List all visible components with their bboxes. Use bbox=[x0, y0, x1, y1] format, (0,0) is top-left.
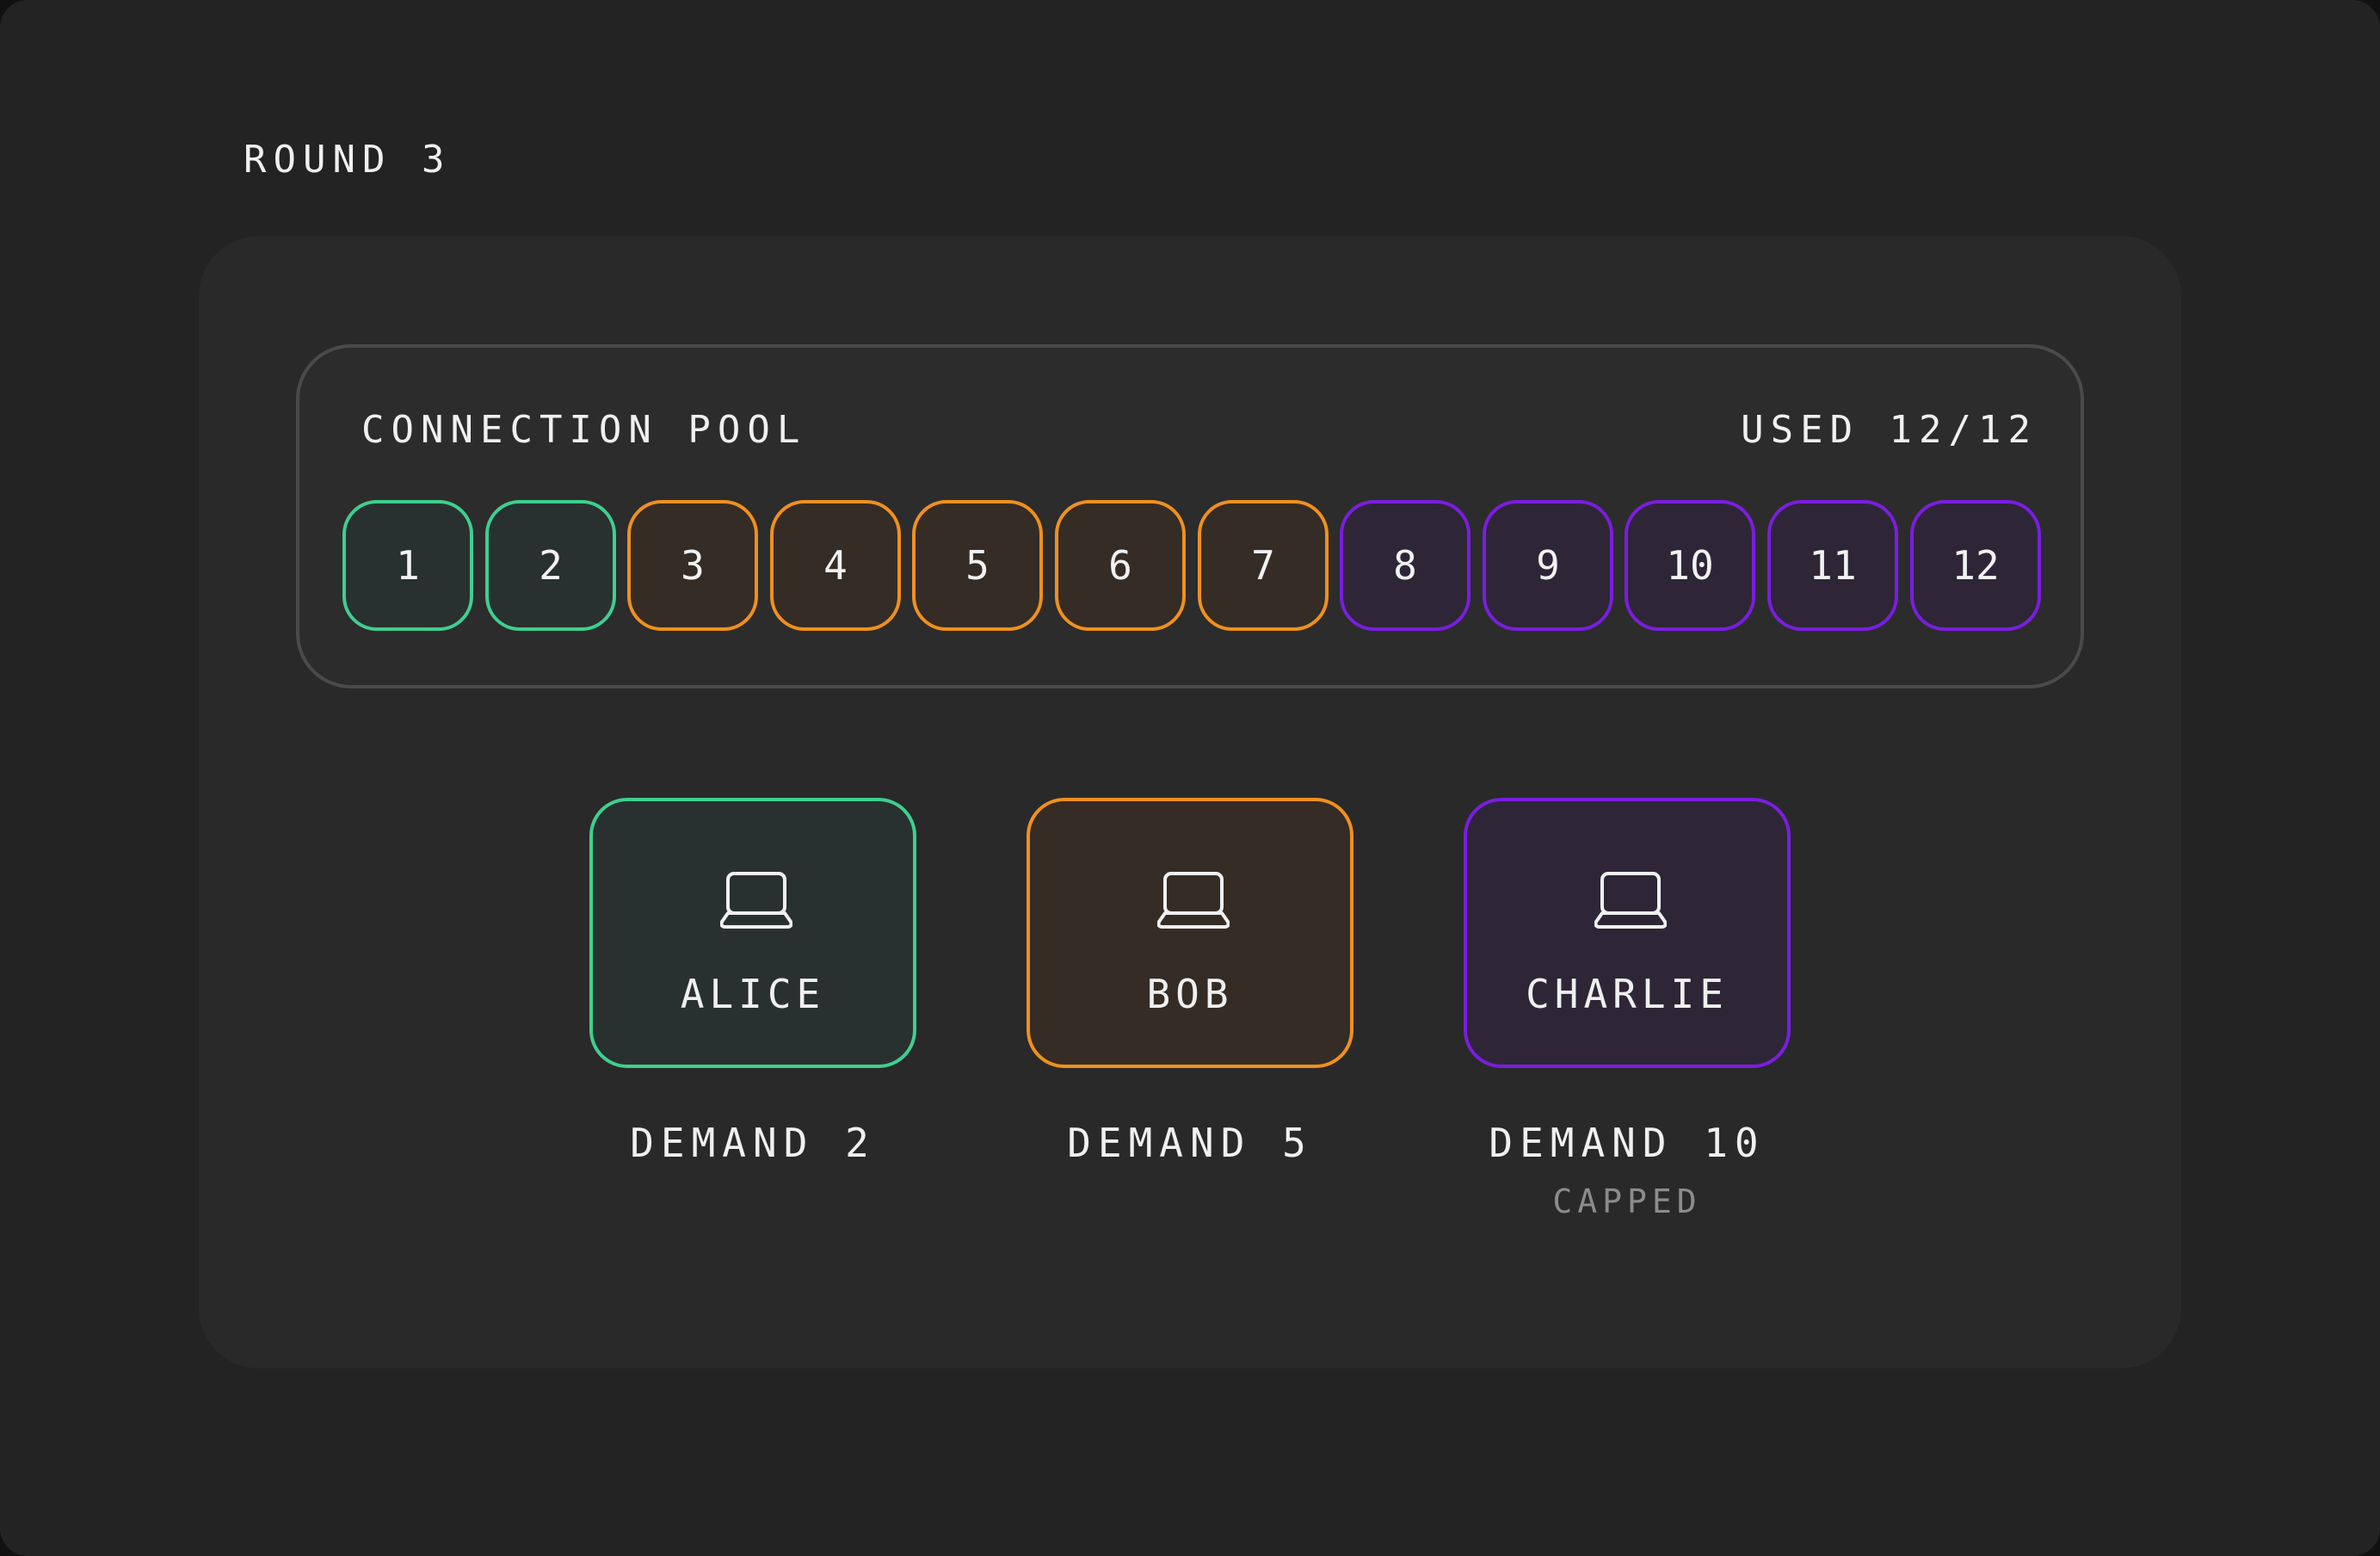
connection-pool: CONNECTION POOL USED 12/12 1 2 3 4 5 6 7… bbox=[296, 344, 2084, 688]
client-demand-alice: DEMAND 2 bbox=[630, 1120, 876, 1166]
pool-slot: 3 bbox=[627, 500, 758, 631]
pool-slot: 10 bbox=[1625, 500, 1755, 631]
pool-slot: 11 bbox=[1767, 500, 1898, 631]
pool-title: CONNECTION POOL bbox=[361, 408, 807, 452]
pool-slot: 6 bbox=[1055, 500, 1186, 631]
client-name: CHARLIE bbox=[1526, 971, 1729, 1017]
stage-panel: CONNECTION POOL USED 12/12 1 2 3 4 5 6 7… bbox=[199, 236, 2181, 1368]
pool-slot: 1 bbox=[342, 500, 473, 631]
pool-slot: 9 bbox=[1483, 500, 1613, 631]
client-name: BOB bbox=[1146, 971, 1234, 1017]
pool-usage: USED 12/12 bbox=[1741, 408, 2038, 452]
client-demand-charlie: DEMAND 10 bbox=[1489, 1120, 1766, 1166]
laptop-icon bbox=[1157, 872, 1230, 929]
laptop-icon bbox=[1594, 872, 1667, 929]
client-name: ALICE bbox=[680, 971, 826, 1017]
client-card-alice: ALICE bbox=[589, 798, 916, 1068]
pool-slot: 8 bbox=[1340, 500, 1471, 631]
diagram-frame: ROUND 3 CONNECTION POOL USED 12/12 1 2 3… bbox=[0, 0, 2380, 1556]
client-demand-bob: DEMAND 5 bbox=[1067, 1120, 1313, 1166]
pool-slot: 4 bbox=[770, 500, 901, 631]
round-label: ROUND 3 bbox=[244, 138, 452, 182]
pool-slots: 1 2 3 4 5 6 7 8 9 10 11 12 bbox=[342, 500, 2041, 631]
client-card-bob: BOB bbox=[1027, 798, 1353, 1068]
capped-label: CAPPED bbox=[1552, 1182, 1702, 1220]
laptop-icon bbox=[720, 872, 792, 929]
pool-slot: 2 bbox=[485, 500, 616, 631]
client-card-charlie: CHARLIE bbox=[1464, 798, 1791, 1068]
pool-slot: 12 bbox=[1910, 500, 2041, 631]
pool-slot: 7 bbox=[1198, 500, 1329, 631]
pool-slot: 5 bbox=[912, 500, 1043, 631]
